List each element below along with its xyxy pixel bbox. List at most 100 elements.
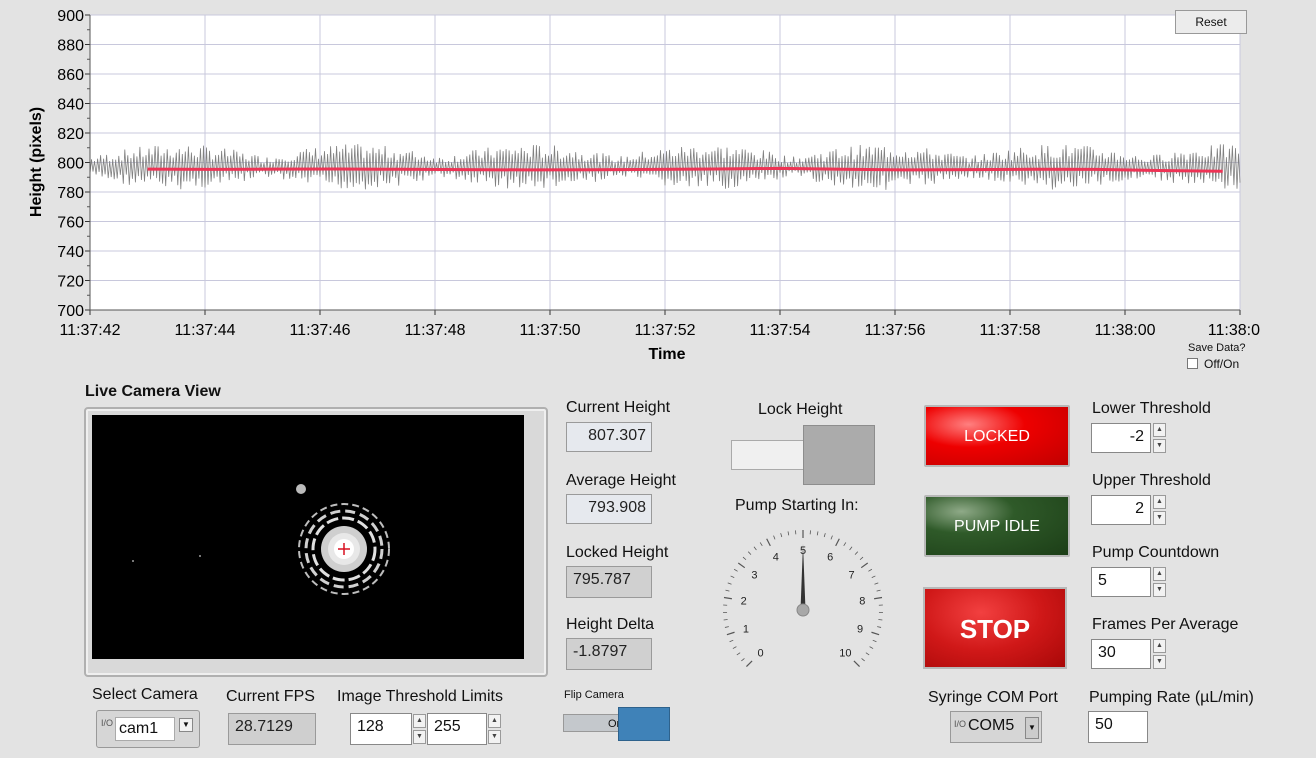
y-tick-label: 720 [57, 274, 84, 291]
pump-countdown-spinner[interactable]: ▲ ▼ [1153, 567, 1166, 597]
gauge-tick [823, 533, 826, 538]
flip-camera-switch[interactable] [618, 707, 670, 741]
gauge-tick [766, 538, 771, 547]
gauge-tick-label: 7 [848, 570, 854, 582]
gauge-tick-label: 6 [827, 552, 833, 564]
threshold-high-input[interactable]: 255 [427, 713, 487, 745]
lock-height-toggle[interactable] [731, 440, 805, 470]
camera-select-value: cam1 [115, 717, 175, 741]
gauge-tick-label: 0 [758, 647, 764, 659]
gauge-tick [871, 631, 880, 636]
save-data-label: Save Data? [1188, 342, 1246, 354]
pump-countdown-input[interactable]: 5 [1091, 567, 1151, 597]
frames-per-average-input[interactable]: 30 [1091, 639, 1151, 669]
gauge-tick [871, 575, 876, 579]
camera-select[interactable]: I/O cam1 ▼ [96, 710, 200, 748]
lower-threshold-input[interactable]: -2 [1091, 423, 1151, 453]
gauge-tick [816, 531, 819, 536]
upper-threshold-spinner[interactable]: ▲ ▼ [1153, 495, 1166, 525]
current-height-label: Current Height [566, 399, 671, 416]
save-data-toggle-label: Off/On [1204, 357, 1240, 371]
gauge-tick [854, 551, 859, 555]
y-tick-label: 820 [57, 126, 84, 143]
x-tick-label: 11:37:56 [864, 322, 925, 339]
frames-per-average-label: Frames Per Average [1092, 616, 1239, 633]
y-axis: 900 880 860 840 820 800 780 760 740 720 700 [57, 8, 91, 320]
gauge-tick-label: 1 [743, 624, 749, 636]
chevron-down-icon[interactable]: ▼ [1025, 717, 1039, 739]
upper-threshold-input[interactable]: 2 [1091, 495, 1151, 525]
locked-indicator: LOCKED [924, 405, 1070, 467]
x-tick-label: 11:37:52 [634, 322, 695, 339]
lock-height-label: Lock Height [758, 401, 843, 418]
y-tick-label: 700 [57, 303, 84, 320]
y-tick-label: 800 [57, 156, 84, 173]
gauge-tick [878, 619, 883, 621]
gauge-tick-label: 8 [859, 596, 865, 608]
com-port-select[interactable]: I/O COM5 ▼ [950, 711, 1042, 743]
gauge-tick [727, 582, 732, 585]
lock-height-switch[interactable] [803, 425, 875, 485]
gauge-tick-label: 9 [857, 624, 863, 636]
gauge-tick-label: 4 [773, 552, 779, 564]
locked-height-value: 795.787 [566, 566, 652, 598]
y-tick-label: 900 [57, 8, 84, 25]
stop-button[interactable]: STOP [923, 587, 1067, 669]
gauge-tick-label: 10 [839, 647, 851, 659]
gauge-tick [853, 660, 860, 667]
y-tick-label: 880 [57, 38, 84, 55]
gauge-hub [796, 603, 810, 617]
y-tick-label: 760 [57, 215, 84, 232]
threshold-high-spinner[interactable]: ▲ ▼ [488, 714, 501, 744]
gauge-tick [723, 596, 732, 600]
threshold-low-spinner[interactable]: ▲ ▼ [413, 714, 426, 744]
camera-title: Live Camera View [85, 383, 221, 400]
x-tick-label: 11:37:46 [289, 322, 350, 339]
y-axis-label: Height (pixels) [28, 107, 45, 217]
com-port-label: Syringe COM Port [928, 689, 1058, 706]
camera-view[interactable] [92, 415, 524, 659]
x-tick-label: 11:37:50 [519, 322, 580, 339]
pump-countdown-label: Pump Countdown [1092, 544, 1220, 561]
gauge-tick [849, 546, 853, 551]
x-tick-label: 11:38:0 [1208, 322, 1260, 339]
save-data-checkbox[interactable] [1187, 358, 1198, 369]
gauge-tick-label: 2 [741, 596, 747, 608]
height-delta-label: Height Delta [566, 616, 655, 633]
y-tick-label: 780 [57, 185, 84, 202]
pumping-rate-input[interactable]: 50 [1088, 711, 1148, 743]
threshold-low-input[interactable]: 128 [350, 713, 412, 745]
x-tick-label: 11:38:00 [1094, 322, 1155, 339]
gauge-tick [869, 646, 874, 649]
io-icon: I/O [954, 719, 967, 729]
average-height-label: Average Height [566, 472, 676, 489]
height-chart[interactable]: 900 880 860 840 820 800 780 760 740 720 700 11:37:… [0, 0, 1316, 372]
lower-threshold-spinner[interactable]: ▲ ▼ [1153, 423, 1166, 453]
gauge-tick [787, 531, 790, 536]
y-tick-label: 860 [57, 67, 84, 84]
lower-threshold-label: Lower Threshold [1092, 400, 1211, 417]
gauge-tick [733, 568, 738, 572]
gauge-tick [843, 542, 847, 547]
average-height-value: 793.908 [566, 494, 652, 524]
gauge-tick [874, 596, 883, 600]
pump-idle-indicator: PUMP IDLE [924, 495, 1070, 557]
gauge-tick [868, 568, 873, 572]
select-camera-label: Select Camera [92, 686, 198, 703]
gauge-tick [773, 535, 776, 540]
gauge-tick-label: 3 [751, 570, 757, 582]
gauge-tick [723, 619, 728, 621]
gauge-tick [742, 556, 747, 561]
frames-per-average-spinner[interactable]: ▲ ▼ [1153, 639, 1166, 669]
gauge-tick [729, 639, 734, 643]
x-tick-label: 11:37:42 [59, 322, 120, 339]
chevron-down-icon[interactable]: ▼ [179, 718, 193, 732]
gauge-tick [747, 551, 752, 555]
io-icon: I/O [101, 718, 114, 728]
gauge-tick [876, 589, 881, 592]
gauge-tick [732, 646, 737, 649]
gauge-tick [872, 639, 877, 643]
reset-button[interactable]: Reset [1175, 10, 1247, 34]
camera-frame [84, 407, 548, 677]
flip-camera-label: Flip Camera [564, 689, 624, 701]
